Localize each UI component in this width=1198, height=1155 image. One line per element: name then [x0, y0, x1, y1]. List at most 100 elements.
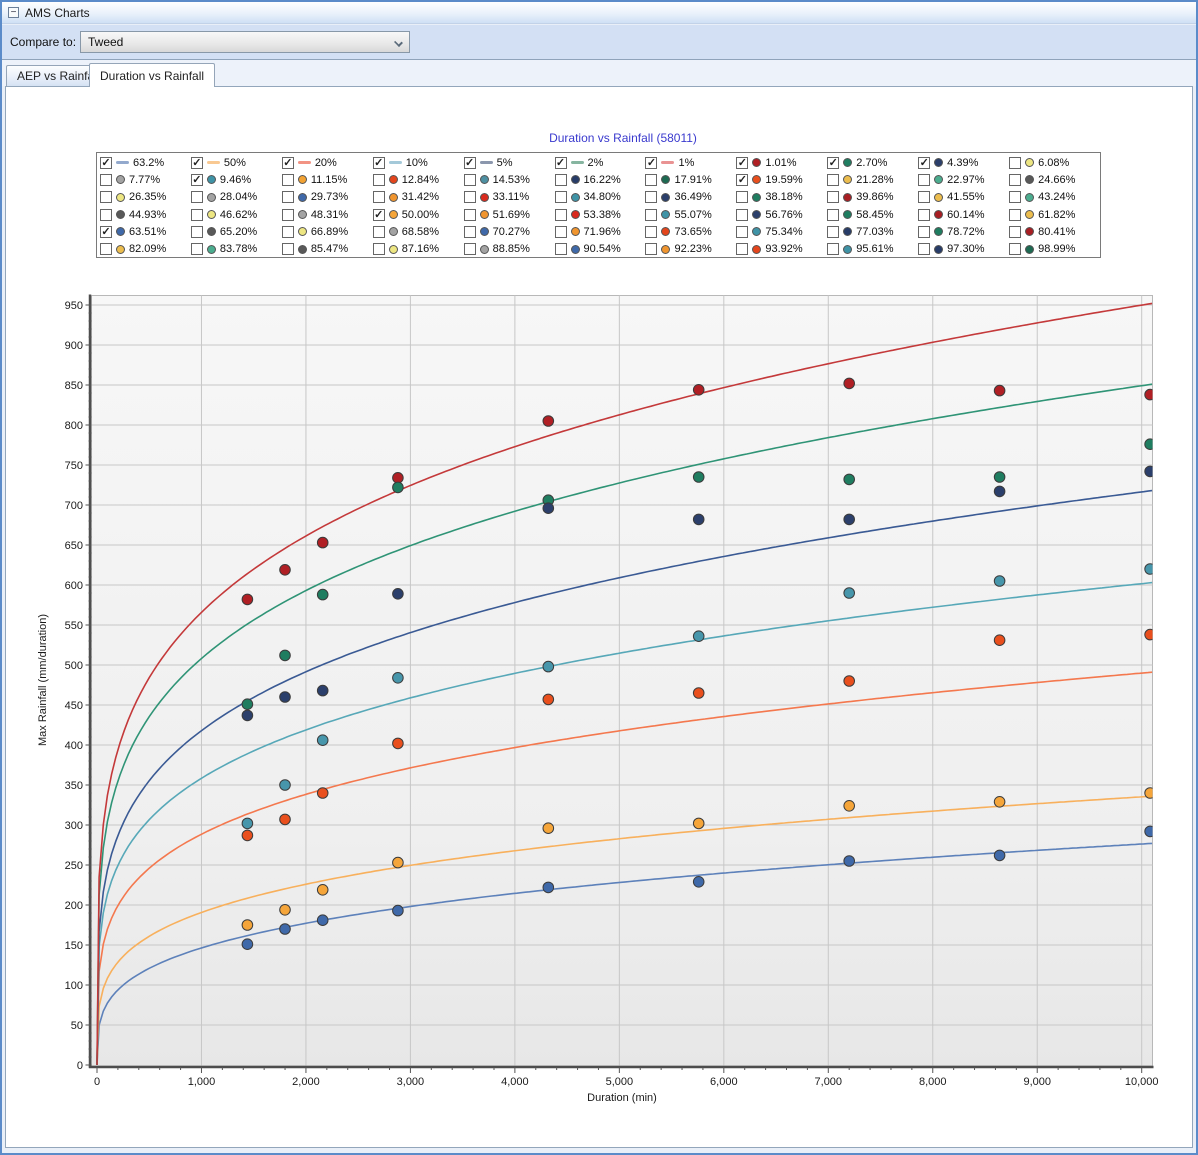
legend-checkbox[interactable]	[736, 209, 748, 221]
legend-item[interactable]: 22.97%	[918, 174, 1009, 186]
legend-item[interactable]: 61.82%	[1009, 209, 1100, 221]
legend-item[interactable]: 29.73%	[282, 191, 373, 203]
legend-item[interactable]: 73.65%	[645, 226, 736, 238]
legend-item[interactable]: ✓63.51%	[100, 226, 191, 238]
legend-item[interactable]: 88.85%	[464, 243, 555, 255]
legend-item[interactable]: 31.42%	[373, 191, 464, 203]
legend-checkbox[interactable]	[282, 191, 294, 203]
legend-item[interactable]: 87.16%	[373, 243, 464, 255]
legend-checkbox[interactable]	[373, 174, 385, 186]
legend-item[interactable]: 12.84%	[373, 174, 464, 186]
legend-item[interactable]: 43.24%	[1009, 191, 1100, 203]
legend-checkbox[interactable]	[464, 226, 476, 238]
legend-checkbox[interactable]	[918, 226, 930, 238]
legend-item[interactable]: 36.49%	[645, 191, 736, 203]
legend-item[interactable]: 82.09%	[100, 243, 191, 255]
legend-checkbox[interactable]: ✓	[282, 157, 294, 169]
legend-item[interactable]: 95.61%	[827, 243, 918, 255]
legend-checkbox[interactable]	[555, 191, 567, 203]
legend-item[interactable]: ✓1.01%	[736, 157, 827, 169]
legend-item[interactable]: 24.66%	[1009, 174, 1100, 186]
legend-item[interactable]: 83.78%	[191, 243, 282, 255]
legend-checkbox[interactable]: ✓	[736, 157, 748, 169]
legend-checkbox[interactable]: ✓	[100, 157, 112, 169]
legend-checkbox[interactable]	[100, 209, 112, 221]
legend-item[interactable]: ✓50.00%	[373, 209, 464, 221]
legend-checkbox[interactable]: ✓	[555, 157, 567, 169]
legend-item[interactable]: 53.38%	[555, 209, 646, 221]
legend-checkbox[interactable]	[1009, 174, 1021, 186]
legend-checkbox[interactable]	[191, 243, 203, 255]
legend-checkbox[interactable]	[736, 243, 748, 255]
legend-checkbox[interactable]	[464, 243, 476, 255]
legend-checkbox[interactable]	[1009, 243, 1021, 255]
legend-item[interactable]: 60.14%	[918, 209, 1009, 221]
legend-checkbox[interactable]	[645, 226, 657, 238]
legend-checkbox[interactable]	[282, 226, 294, 238]
legend-checkbox[interactable]	[282, 174, 294, 186]
legend-checkbox[interactable]: ✓	[373, 157, 385, 169]
legend-item[interactable]: 7.77%	[100, 174, 191, 186]
legend-item[interactable]: 44.93%	[100, 209, 191, 221]
legend-item[interactable]: ✓19.59%	[736, 174, 827, 186]
legend-checkbox[interactable]: ✓	[100, 226, 112, 238]
legend-item[interactable]: ✓20%	[282, 157, 373, 169]
legend-item[interactable]: 14.53%	[464, 174, 555, 186]
legend-checkbox[interactable]	[645, 191, 657, 203]
legend-checkbox[interactable]	[282, 209, 294, 221]
legend-checkbox[interactable]	[918, 174, 930, 186]
legend-item[interactable]: 93.92%	[736, 243, 827, 255]
legend-checkbox[interactable]	[464, 191, 476, 203]
legend-checkbox[interactable]	[555, 209, 567, 221]
legend-item[interactable]: 21.28%	[827, 174, 918, 186]
collapse-icon[interactable]: −	[8, 7, 19, 18]
legend-checkbox[interactable]	[827, 174, 839, 186]
legend-item[interactable]: 65.20%	[191, 226, 282, 238]
legend-item[interactable]: 33.11%	[464, 191, 555, 203]
legend-checkbox[interactable]	[918, 209, 930, 221]
legend-checkbox[interactable]	[100, 243, 112, 255]
legend-item[interactable]: ✓10%	[373, 157, 464, 169]
legend-item[interactable]: ✓5%	[464, 157, 555, 169]
legend-item[interactable]: 46.62%	[191, 209, 282, 221]
legend-item[interactable]: 41.55%	[918, 191, 1009, 203]
legend-item[interactable]: 90.54%	[555, 243, 646, 255]
legend-item[interactable]: 16.22%	[555, 174, 646, 186]
legend-checkbox[interactable]	[827, 243, 839, 255]
legend-checkbox[interactable]	[191, 209, 203, 221]
legend-item[interactable]: 80.41%	[1009, 226, 1100, 238]
legend-checkbox[interactable]	[282, 243, 294, 255]
legend-item[interactable]: ✓50%	[191, 157, 282, 169]
legend-item[interactable]: 48.31%	[282, 209, 373, 221]
legend-item[interactable]: ✓4.39%	[918, 157, 1009, 169]
tab-duration-vs-rainfall[interactable]: Duration vs Rainfall	[89, 63, 215, 87]
legend-item[interactable]: 51.69%	[464, 209, 555, 221]
legend-checkbox[interactable]	[918, 191, 930, 203]
legend-item[interactable]: 70.27%	[464, 226, 555, 238]
legend-checkbox[interactable]	[555, 174, 567, 186]
legend-item[interactable]: ✓63.2%	[100, 157, 191, 169]
legend-item[interactable]: 66.89%	[282, 226, 373, 238]
legend-checkbox[interactable]	[100, 174, 112, 186]
legend-checkbox[interactable]	[464, 209, 476, 221]
legend-item[interactable]: 77.03%	[827, 226, 918, 238]
legend-item[interactable]: ✓2%	[555, 157, 646, 169]
legend-checkbox[interactable]: ✓	[645, 157, 657, 169]
legend-item[interactable]: 98.99%	[1009, 243, 1100, 255]
legend-checkbox[interactable]	[736, 226, 748, 238]
legend-checkbox[interactable]	[1009, 191, 1021, 203]
legend-checkbox[interactable]	[645, 174, 657, 186]
legend-item[interactable]: ✓9.46%	[191, 174, 282, 186]
legend-checkbox[interactable]	[100, 191, 112, 203]
legend-item[interactable]: 38.18%	[736, 191, 827, 203]
legend-checkbox[interactable]	[736, 191, 748, 203]
legend-item[interactable]: ✓2.70%	[827, 157, 918, 169]
legend-checkbox[interactable]: ✓	[191, 174, 203, 186]
legend-checkbox[interactable]	[1009, 209, 1021, 221]
legend-checkbox[interactable]: ✓	[464, 157, 476, 169]
legend-checkbox[interactable]	[1009, 157, 1021, 169]
legend-item[interactable]: 58.45%	[827, 209, 918, 221]
legend-checkbox[interactable]	[191, 191, 203, 203]
legend-item[interactable]: 71.96%	[555, 226, 646, 238]
legend-checkbox[interactable]	[555, 226, 567, 238]
